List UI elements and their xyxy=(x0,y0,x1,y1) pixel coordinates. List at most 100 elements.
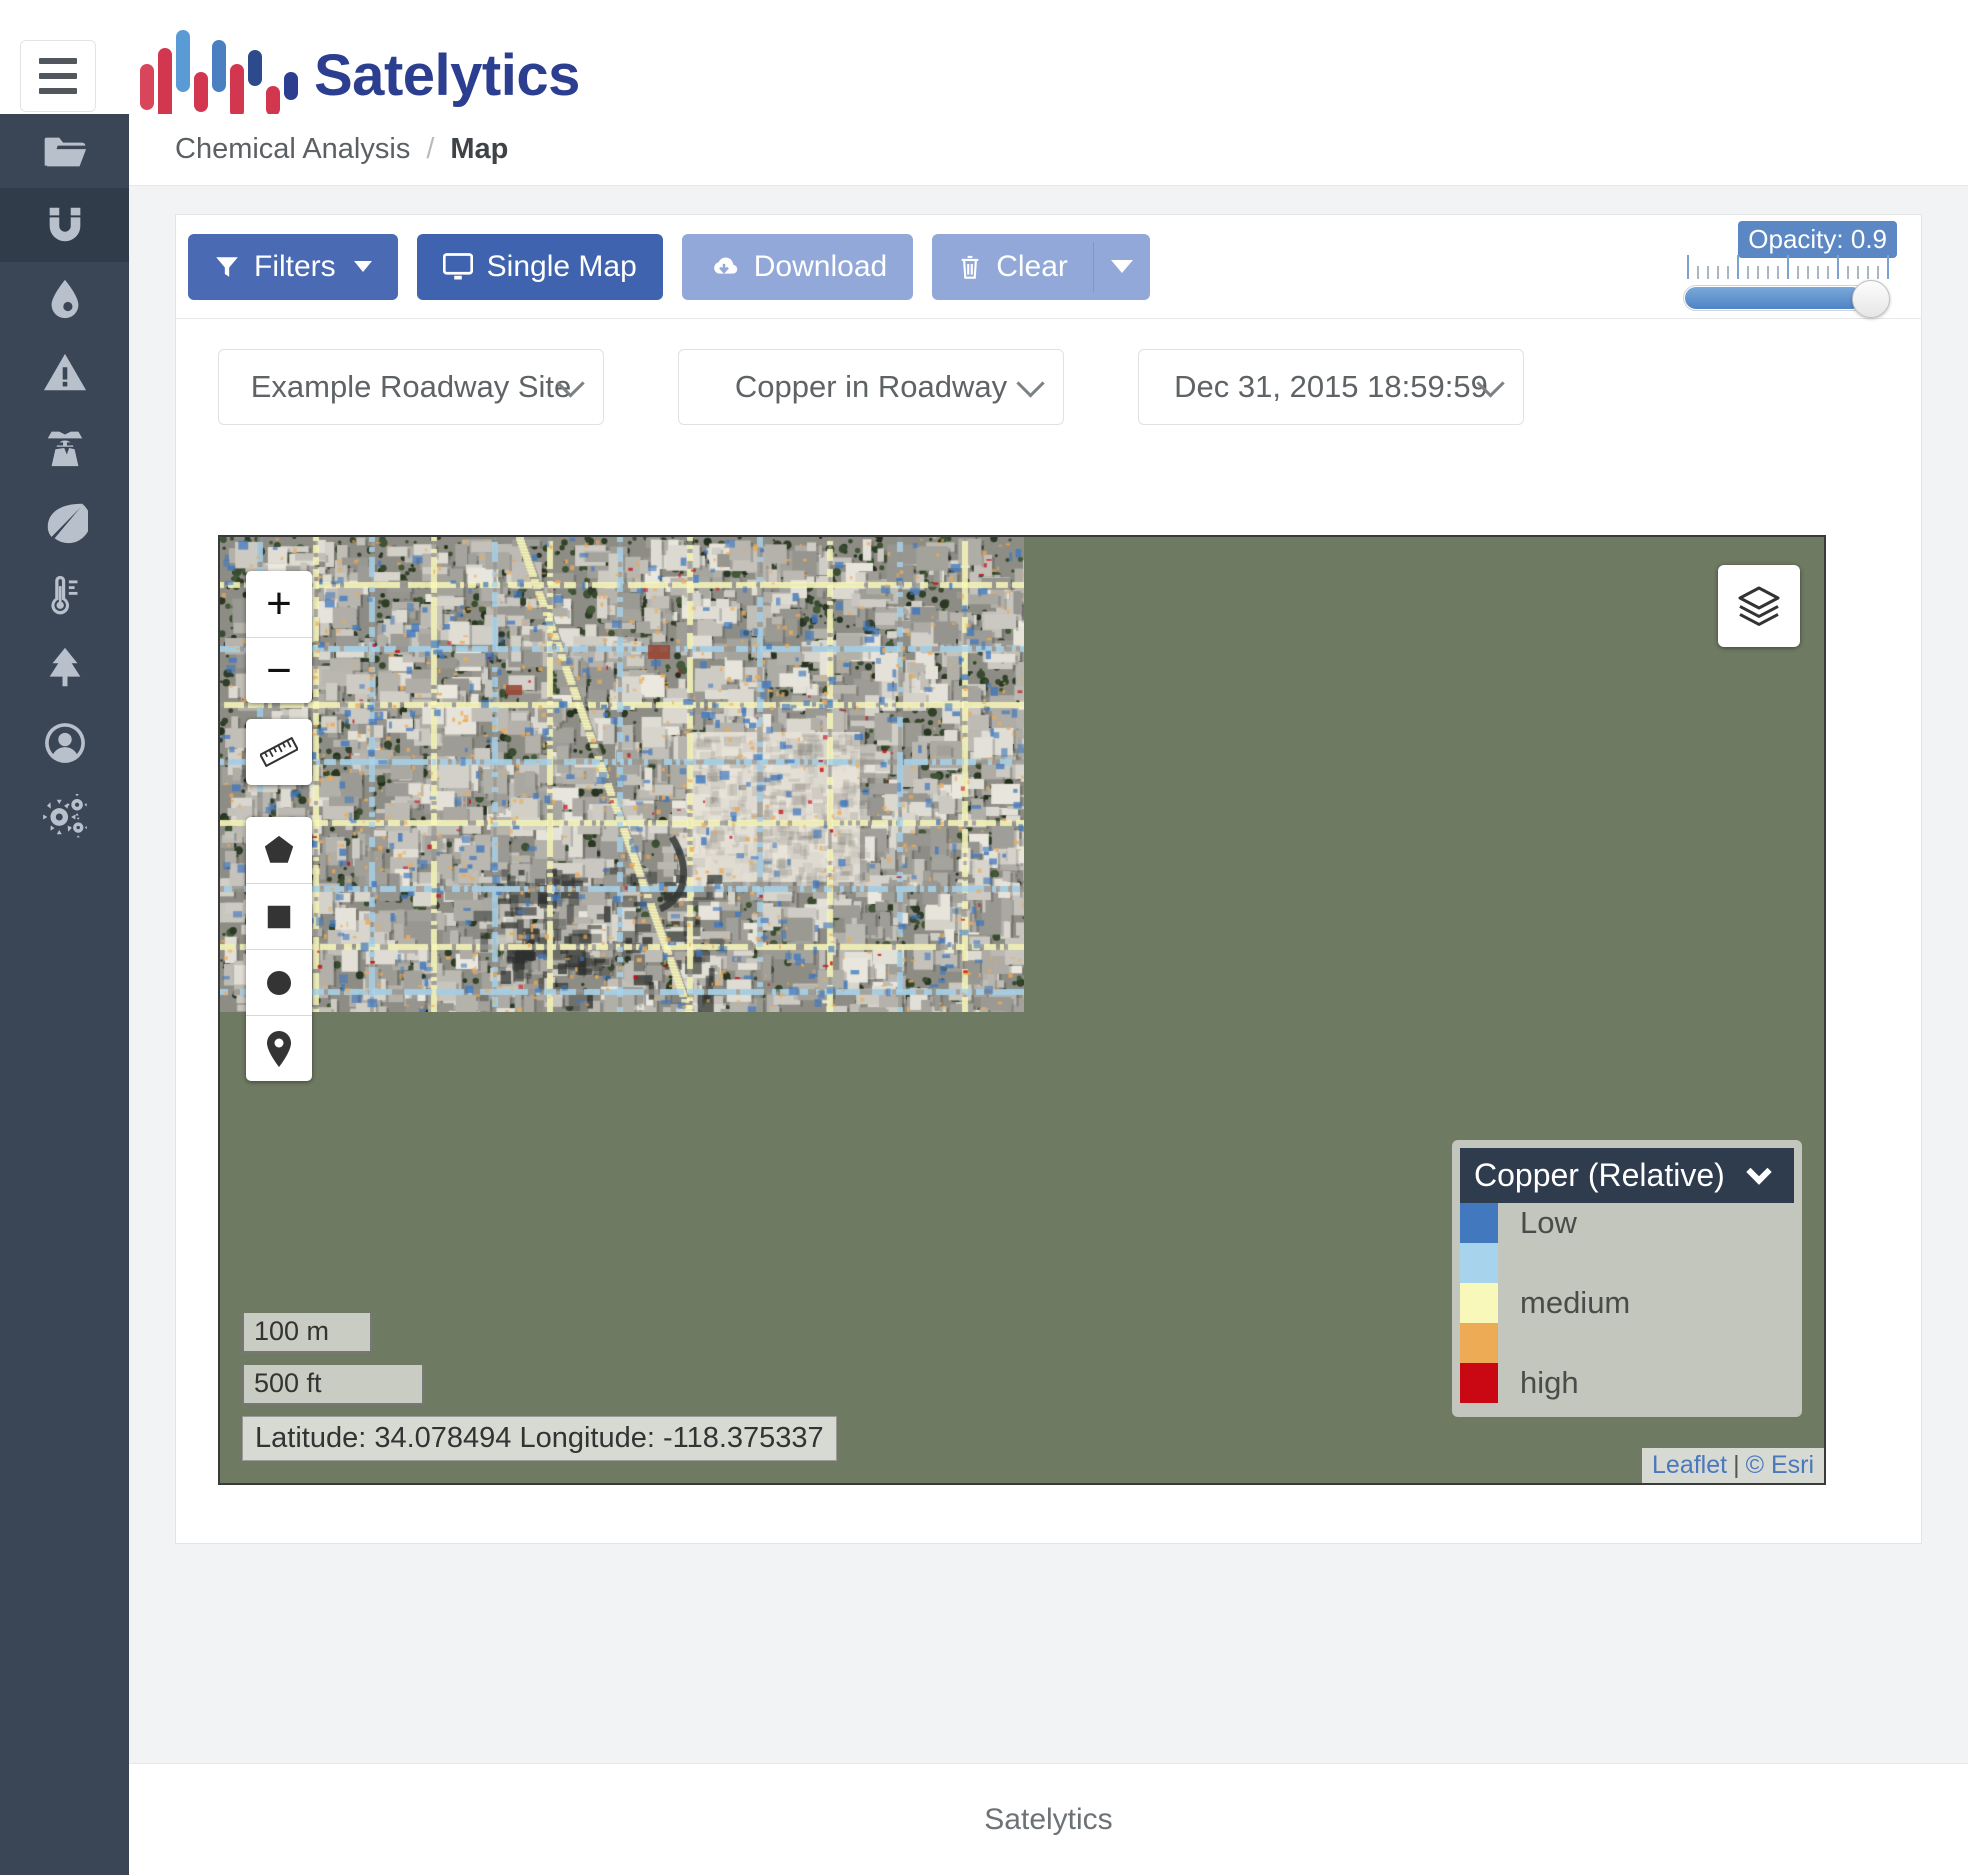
download-button[interactable]: Download xyxy=(681,233,914,300)
page-footer: Satelytics xyxy=(129,1763,1968,1875)
esri-link[interactable]: © Esri xyxy=(1746,1451,1814,1479)
brand-logo[interactable]: Satelytics xyxy=(140,29,580,122)
site-select[interactable]: Example Roadway Site xyxy=(218,349,604,425)
legend-entry: medium xyxy=(1460,1283,1794,1323)
bar-blue-2 xyxy=(212,39,226,92)
ruler-tick xyxy=(1737,255,1739,279)
desktop-icon xyxy=(442,252,473,279)
sidebar-item-chemical-analysis[interactable] xyxy=(0,188,129,262)
zoom-in-button[interactable]: + xyxy=(246,571,312,637)
chevron-down-icon[interactable] xyxy=(1746,1158,1772,1185)
map-canvas[interactable]: + − 100 m 500 ft Latitude: 34.078494 Lon… xyxy=(218,535,1826,1485)
date-select-value: Dec 31, 2015 18:59:59 xyxy=(1174,369,1488,404)
opacity-slider-handle[interactable] xyxy=(1852,280,1890,318)
trash-icon xyxy=(961,255,979,279)
user-secret-icon xyxy=(47,431,82,467)
breadcrumb-parent[interactable]: Chemical Analysis xyxy=(175,133,410,166)
pentagon-icon[interactable] xyxy=(246,817,312,883)
filters-label: Filters xyxy=(254,249,336,283)
scale-bar-imperial: 500 ft xyxy=(242,1365,424,1405)
layers-button[interactable] xyxy=(1718,565,1800,647)
tree-icon xyxy=(49,647,80,687)
ruler-tick xyxy=(1817,266,1819,279)
opacity-slider-fill xyxy=(1685,287,1863,309)
analyte-select[interactable]: Copper in Roadway xyxy=(678,349,1064,425)
square-icon[interactable] xyxy=(246,883,312,949)
bar-blue-1 xyxy=(176,29,190,92)
zoom-control[interactable]: + − xyxy=(246,571,312,703)
sidebar-item-settings[interactable] xyxy=(0,780,129,854)
folder-open-icon xyxy=(44,137,86,167)
ruler-tick xyxy=(1807,266,1809,279)
ruler-tick xyxy=(1797,266,1799,279)
sidebar-item-alerts[interactable] xyxy=(0,336,129,410)
circle-icon[interactable] xyxy=(246,949,312,1015)
bar-red-2 xyxy=(158,47,172,122)
legend-swatch xyxy=(1460,1323,1498,1363)
legend-swatch xyxy=(1460,1203,1498,1243)
caret-down-icon xyxy=(1110,260,1133,273)
filters-button[interactable]: Filters xyxy=(188,233,398,300)
bar-blue-3 xyxy=(248,49,262,86)
attribution-separator: | xyxy=(1733,1451,1740,1479)
ruler-tick xyxy=(1777,266,1779,279)
ruler-tick xyxy=(1867,266,1869,279)
sidebar-item-forestry[interactable] xyxy=(0,632,129,706)
ruler-tick xyxy=(1727,266,1729,279)
analyte-select-value: Copper in Roadway xyxy=(734,369,1008,404)
zoom-out-button[interactable]: − xyxy=(246,637,312,703)
legend-entries: Low medium high xyxy=(1460,1203,1794,1403)
opacity-slider[interactable] xyxy=(1683,280,1890,318)
map-attribution: Leaflet | © Esri xyxy=(1642,1448,1824,1483)
single-map-button[interactable]: Single Map xyxy=(416,233,663,300)
date-select[interactable]: Dec 31, 2015 18:59:59 xyxy=(1138,349,1524,425)
coordinates-readout: Latitude: 34.078494 Longitude: -118.3753… xyxy=(242,1416,837,1461)
breadcrumb-separator: / xyxy=(426,133,435,165)
ruler-tick xyxy=(1887,255,1889,279)
clear-button[interactable]: Clear xyxy=(932,233,1094,300)
caret-down-icon xyxy=(353,261,372,272)
ruler-tick xyxy=(1787,255,1789,279)
hamburger-icon[interactable] xyxy=(20,39,96,112)
footer-text: Satelytics xyxy=(984,1802,1113,1836)
sidebar-item-temperature[interactable] xyxy=(0,558,129,632)
sidebar-item-account[interactable] xyxy=(0,706,129,780)
ruler-tick xyxy=(1767,266,1769,279)
ruler-tick xyxy=(1717,266,1719,279)
selector-row: Example Roadway Site Copper in Roadway Dec… xyxy=(176,319,1921,425)
legend-swatch xyxy=(1460,1243,1498,1283)
ruler-tick xyxy=(1757,266,1759,279)
legend-header[interactable]: Copper (Relative) xyxy=(1460,1148,1794,1203)
magnet-icon xyxy=(49,207,80,242)
legend-label: high xyxy=(1520,1365,1579,1400)
satellite-imagery xyxy=(220,537,1024,1012)
ruler-tick xyxy=(1837,255,1839,279)
scale-bar-metric: 100 m xyxy=(242,1313,372,1353)
legend-title: Copper (Relative) xyxy=(1474,1157,1725,1193)
clear-dropdown-button[interactable] xyxy=(1093,233,1150,300)
ruler-tick xyxy=(1707,266,1709,279)
warning-triangle-icon xyxy=(43,353,86,391)
sidebar-item-vegetation[interactable] xyxy=(0,484,129,558)
legend-entry xyxy=(1460,1243,1794,1283)
clear-label: Clear xyxy=(996,249,1068,283)
draw-control[interactable] xyxy=(246,817,312,1081)
map-marker-icon[interactable] xyxy=(246,1015,312,1081)
sidebar-item-security[interactable] xyxy=(0,410,129,484)
main-content: Chemical Analysis / Map Filters Single M… xyxy=(129,114,1968,1875)
measure-control[interactable] xyxy=(246,719,312,785)
cogs-icon xyxy=(42,794,87,838)
ruler-tick xyxy=(1827,266,1829,279)
bar-red-1 xyxy=(140,63,154,110)
ruler-tick xyxy=(1687,255,1689,279)
hamburger-line xyxy=(39,72,77,79)
ruler-icon[interactable] xyxy=(246,719,312,785)
legend-entry xyxy=(1460,1323,1794,1363)
brand-name: Satelytics xyxy=(314,43,580,108)
sidebar-item-projects[interactable] xyxy=(0,114,129,188)
download-label: Download xyxy=(753,249,888,283)
ruler-tick xyxy=(1847,266,1849,279)
sidebar-item-water[interactable] xyxy=(0,262,129,336)
leaf-icon xyxy=(47,503,88,544)
leaflet-link[interactable]: Leaflet xyxy=(1652,1451,1727,1479)
